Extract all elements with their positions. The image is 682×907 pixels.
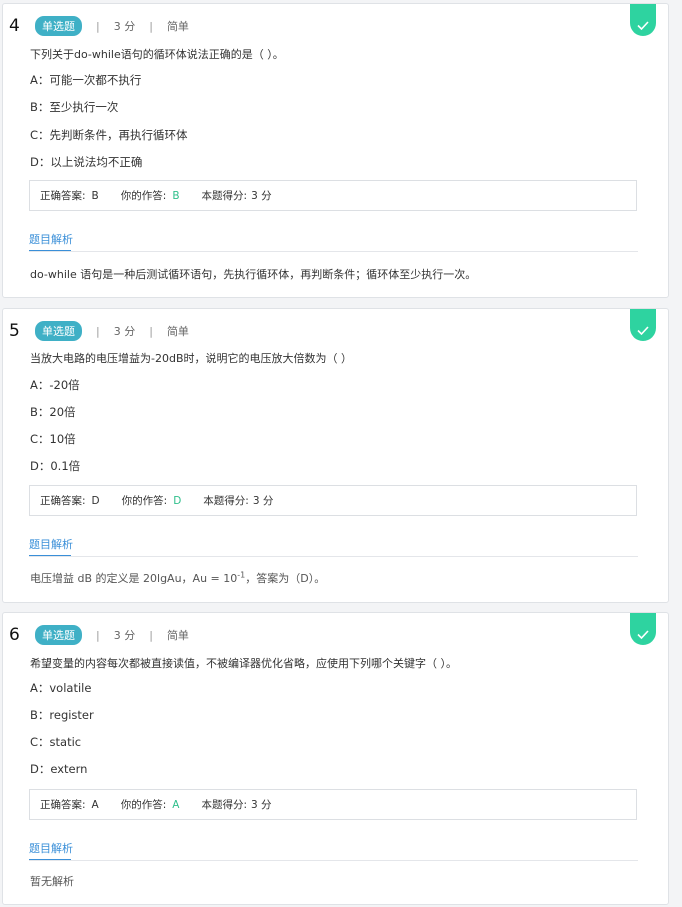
option-key: B： [30,405,50,419]
question-card: 6 单选题 | 3 分 | 简单 希望变量的内容每次都被直接读值，不被编译器优化… [2,612,669,905]
question-score: 3 分 [113,20,136,33]
correct-answer-label: 正确答案: [40,799,86,811]
question-number: 5 [9,321,20,341]
option-key: C： [30,432,50,446]
score-value: 3 分 [251,190,272,202]
question-type-tag: 单选题 [35,16,82,36]
question-card: 4 单选题 | 3 分 | 简单 下列关于do-while语句的循环体说法正确的… [2,3,669,298]
score-label: 本题得分: [201,799,248,811]
option-text: static [49,735,82,749]
divider [29,860,638,861]
score-value: 3 分 [251,799,272,811]
divider [29,556,638,557]
question-stem: 希望变量的内容每次都被直接读值，不被编译器优化省略，应使用下列哪个关键字（ ）。 [30,657,457,670]
tab-analysis[interactable]: 题目解析 [29,536,73,552]
separator: | [96,628,100,642]
correct-answer-label: 正确答案: [40,495,86,507]
correct-check-icon [630,4,656,36]
correct-answer-value: D [91,494,100,507]
option-b: B：register [30,707,94,723]
score-label: 本题得分: [203,495,249,507]
score-value: 3 分 [252,495,274,507]
explanation-text: 电压增益 dB 的定义是 20lgAu，Au = 10-1，答案为（D）。 [30,570,325,586]
option-key: A： [30,681,50,695]
option-key: B： [30,100,50,114]
your-answer-value: B [172,189,180,202]
answer-summary: 正确答案: B 你的作答: B 本题得分: 3 分 [29,180,637,211]
your-answer-label: 你的作答: [120,190,167,202]
option-text: 先判断条件，再执行循环体 [49,128,188,142]
question-type-tag: 单选题 [35,625,82,645]
your-answer-label: 你的作答: [121,495,168,507]
question-header: 6 单选题 | 3 分 | 简单 [9,623,189,647]
option-text: 至少执行一次 [49,100,119,114]
answer-summary: 正确答案: D 你的作答: D 本题得分: 3 分 [29,485,637,516]
option-key: D： [30,762,51,776]
correct-check-icon [630,613,656,645]
option-d: D：以上说法均不正确 [30,154,142,170]
your-answer-value: D [173,494,182,507]
score-label: 本题得分: [201,190,248,202]
option-key: B： [30,708,50,722]
your-answer-label: 你的作答: [120,799,167,811]
divider [29,251,638,252]
option-key: D： [30,155,51,169]
option-b: B：20倍 [30,404,76,420]
correct-answer-value: A [91,798,99,811]
option-key: A： [30,73,50,87]
option-d: D：extern [30,761,87,777]
correct-answer-label: 正确答案: [40,190,86,202]
option-text: 10倍 [49,432,76,446]
question-card: 5 单选题 | 3 分 | 简单 当放大电路的电压增益为-20dB时，说明它的电… [2,308,669,603]
option-key: D： [30,459,51,473]
tab-analysis[interactable]: 题目解析 [29,840,73,856]
your-answer-value: A [172,798,180,811]
question-difficulty: 简单 [166,325,189,338]
question-number: 6 [9,625,20,645]
option-text: 20倍 [49,405,76,419]
separator: | [149,324,153,338]
option-text: volatile [49,681,92,695]
question-difficulty: 简单 [166,20,189,33]
question-stem: 当放大电路的电压增益为-20dB时，说明它的电压放大倍数为（ ） [30,352,352,365]
option-c: C：10倍 [30,431,76,447]
option-text: register [49,708,94,722]
option-key: C： [30,128,50,142]
option-c: C：先判断条件，再执行循环体 [30,127,188,143]
option-key: C： [30,735,50,749]
option-c: C：static [30,734,81,750]
explanation-text-tail: ，答案为（D）。 [245,572,326,585]
separator: | [96,324,100,338]
option-text: 以上说法均不正确 [50,155,143,169]
option-key: A： [30,378,50,392]
question-number: 4 [9,16,20,36]
option-text: -20倍 [49,378,80,392]
option-a: A：可能一次都不执行 [30,72,141,88]
option-text: 可能一次都不执行 [49,73,142,87]
question-header: 4 单选题 | 3 分 | 简单 [9,14,189,38]
question-score: 3 分 [113,325,136,338]
option-b: B：至少执行一次 [30,99,118,115]
correct-check-icon [630,309,656,341]
explanation-text: 暂无解析 [30,875,74,888]
separator: | [149,19,153,33]
explanation-text: do-while 语句是一种后测试循环语句，先执行循环体，再判断条件；循环体至少… [30,268,477,281]
explanation-text-main: 电压增益 dB 的定义是 20lgAu，Au = 10 [30,572,238,585]
question-stem: 下列关于do-while语句的循环体说法正确的是（ ）。 [30,48,284,61]
question-type-tag: 单选题 [35,321,82,341]
question-score: 3 分 [113,629,136,642]
option-text: extern [50,762,88,776]
separator: | [149,628,153,642]
option-text: 0.1倍 [50,459,81,473]
question-difficulty: 简单 [166,629,189,642]
question-header: 5 单选题 | 3 分 | 简单 [9,319,189,343]
option-a: A：-20倍 [30,377,80,393]
answer-summary: 正确答案: A 你的作答: A 本题得分: 3 分 [29,789,637,820]
option-d: D：0.1倍 [30,458,80,474]
separator: | [96,19,100,33]
correct-answer-value: B [91,189,99,202]
option-a: A：volatile [30,680,91,696]
tab-analysis[interactable]: 题目解析 [29,231,73,247]
